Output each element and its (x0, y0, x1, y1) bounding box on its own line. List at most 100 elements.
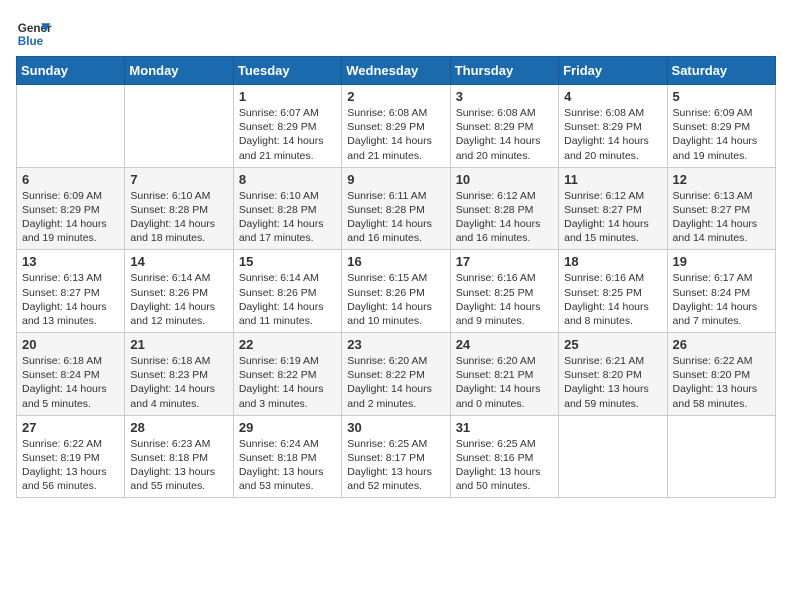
day-info: Sunrise: 6:25 AMSunset: 8:17 PMDaylight:… (347, 437, 444, 494)
calendar-day-cell: 26 Sunrise: 6:22 AMSunset: 8:20 PMDayligh… (667, 333, 775, 416)
day-number: 22 (239, 337, 336, 352)
day-number: 1 (239, 89, 336, 104)
logo-icon: General Blue (16, 16, 52, 52)
day-number: 19 (673, 254, 770, 269)
svg-text:Blue: Blue (18, 35, 44, 48)
calendar-day-cell: 21Sunrise: 6:18 AMSunset: 8:23 PMDayligh… (125, 333, 233, 416)
day-number: 6 (22, 172, 119, 187)
calendar-day-cell: 14 Sunrise: 6:14 AMSunset: 8:26 PMDayligh… (125, 250, 233, 333)
day-number: 5 (673, 89, 770, 104)
page-header: General Blue (16, 16, 776, 52)
calendar-day-cell: 18 Sunrise: 6:16 AMSunset: 8:25 PMDayligh… (559, 250, 667, 333)
calendar-day-cell: 16 Sunrise: 6:15 AMSunset: 8:26 PMDayligh… (342, 250, 450, 333)
calendar-header-row: SundayMondayTuesdayWednesdayThursdayFrid… (17, 57, 776, 85)
calendar-table: SundayMondayTuesdayWednesdayThursdayFrid… (16, 56, 776, 498)
day-number: 12 (673, 172, 770, 187)
day-number: 27 (22, 420, 119, 435)
logo: General Blue (16, 16, 52, 52)
day-info: Sunrise: 6:21 AMSunset: 8:20 PMDaylight:… (564, 354, 661, 411)
day-of-week-header: Monday (125, 57, 233, 85)
calendar-day-cell: 4Sunrise: 6:08 AMSunset: 8:29 PMDaylight… (559, 85, 667, 168)
calendar-day-cell: 13Sunrise: 6:13 AMSunset: 8:27 PMDayligh… (17, 250, 125, 333)
calendar-day-cell: 9Sunrise: 6:11 AMSunset: 8:28 PMDaylight… (342, 167, 450, 250)
day-info: Sunrise: 6:17 AMSunset: 8:24 PMDaylight:… (673, 271, 770, 328)
calendar-day-cell (667, 415, 775, 498)
calendar-day-cell: 3 Sunrise: 6:08 AMSunset: 8:29 PMDaylight… (450, 85, 558, 168)
calendar-day-cell: 15 Sunrise: 6:14 AMSunset: 8:26 PMDayligh… (233, 250, 341, 333)
day-info: Sunrise: 6:20 AMSunset: 8:22 PMDaylight:… (347, 354, 444, 411)
day-number: 23 (347, 337, 444, 352)
day-info: Sunrise: 6:07 AMSunset: 8:29 PMDaylight:… (239, 106, 336, 163)
calendar-week-row: 20Sunrise: 6:18 AMSunset: 8:24 PMDayligh… (17, 333, 776, 416)
day-of-week-header: Thursday (450, 57, 558, 85)
day-number: 28 (130, 420, 227, 435)
day-number: 4 (564, 89, 661, 104)
day-info: Sunrise: 6:10 AMSunset: 8:28 PMDaylight:… (239, 189, 336, 246)
day-info: Sunrise: 6:15 AMSunset: 8:26 PMDaylight:… (347, 271, 444, 328)
calendar-day-cell: 1 Sunrise: 6:07 AMSunset: 8:29 PMDaylight… (233, 85, 341, 168)
day-info: Sunrise: 6:12 AMSunset: 8:28 PMDaylight:… (456, 189, 553, 246)
day-number: 7 (130, 172, 227, 187)
day-number: 11 (564, 172, 661, 187)
day-number: 18 (564, 254, 661, 269)
day-number: 26 (673, 337, 770, 352)
calendar-day-cell: 19 Sunrise: 6:17 AMSunset: 8:24 PMDayligh… (667, 250, 775, 333)
day-info: Sunrise: 6:08 AMSunset: 8:29 PMDaylight:… (456, 106, 553, 163)
day-info: Sunrise: 6:25 AMSunset: 8:16 PMDaylight:… (456, 437, 553, 494)
day-info: Sunrise: 6:23 AMSunset: 8:18 PMDaylight:… (130, 437, 227, 494)
day-number: 25 (564, 337, 661, 352)
calendar-day-cell (125, 85, 233, 168)
calendar-day-cell: 8 Sunrise: 6:10 AMSunset: 8:28 PMDaylight… (233, 167, 341, 250)
day-number: 29 (239, 420, 336, 435)
day-info: Sunrise: 6:20 AMSunset: 8:21 PMDaylight:… (456, 354, 553, 411)
day-info: Sunrise: 6:14 AMSunset: 8:26 PMDaylight:… (239, 271, 336, 328)
calendar-day-cell: 22 Sunrise: 6:19 AMSunset: 8:22 PMDayligh… (233, 333, 341, 416)
calendar-day-cell: 25 Sunrise: 6:21 AMSunset: 8:20 PMDayligh… (559, 333, 667, 416)
day-of-week-header: Saturday (667, 57, 775, 85)
calendar-day-cell: 17 Sunrise: 6:16 AMSunset: 8:25 PMDayligh… (450, 250, 558, 333)
day-info: Sunrise: 6:19 AMSunset: 8:22 PMDaylight:… (239, 354, 336, 411)
day-number: 13 (22, 254, 119, 269)
day-number: 10 (456, 172, 553, 187)
day-info: Sunrise: 6:09 AMSunset: 8:29 PMDaylight:… (22, 189, 119, 246)
day-of-week-header: Sunday (17, 57, 125, 85)
calendar-week-row: 1 Sunrise: 6:07 AMSunset: 8:29 PMDaylight… (17, 85, 776, 168)
calendar-day-cell (17, 85, 125, 168)
calendar-day-cell: 10 Sunrise: 6:12 AMSunset: 8:28 PMDayligh… (450, 167, 558, 250)
calendar-day-cell: 28 Sunrise: 6:23 AMSunset: 8:18 PMDayligh… (125, 415, 233, 498)
day-number: 8 (239, 172, 336, 187)
calendar-week-row: 13Sunrise: 6:13 AMSunset: 8:27 PMDayligh… (17, 250, 776, 333)
day-number: 16 (347, 254, 444, 269)
calendar-week-row: 6 Sunrise: 6:09 AMSunset: 8:29 PMDaylight… (17, 167, 776, 250)
day-info: Sunrise: 6:08 AMSunset: 8:29 PMDaylight:… (347, 106, 444, 163)
day-number: 15 (239, 254, 336, 269)
day-number: 17 (456, 254, 553, 269)
day-of-week-header: Tuesday (233, 57, 341, 85)
day-number: 9 (347, 172, 444, 187)
day-number: 21 (130, 337, 227, 352)
calendar-day-cell: 23 Sunrise: 6:20 AMSunset: 8:22 PMDayligh… (342, 333, 450, 416)
day-number: 14 (130, 254, 227, 269)
day-info: Sunrise: 6:22 AMSunset: 8:20 PMDaylight:… (673, 354, 770, 411)
calendar-day-cell: 20Sunrise: 6:18 AMSunset: 8:24 PMDayligh… (17, 333, 125, 416)
calendar-day-cell: 11 Sunrise: 6:12 AMSunset: 8:27 PMDayligh… (559, 167, 667, 250)
day-info: Sunrise: 6:16 AMSunset: 8:25 PMDaylight:… (456, 271, 553, 328)
calendar-day-cell: 31Sunrise: 6:25 AMSunset: 8:16 PMDayligh… (450, 415, 558, 498)
day-info: Sunrise: 6:16 AMSunset: 8:25 PMDaylight:… (564, 271, 661, 328)
calendar-day-cell: 6 Sunrise: 6:09 AMSunset: 8:29 PMDaylight… (17, 167, 125, 250)
calendar-day-cell: 30 Sunrise: 6:25 AMSunset: 8:17 PMDayligh… (342, 415, 450, 498)
day-number: 3 (456, 89, 553, 104)
day-number: 30 (347, 420, 444, 435)
day-of-week-header: Friday (559, 57, 667, 85)
day-info: Sunrise: 6:14 AMSunset: 8:26 PMDaylight:… (130, 271, 227, 328)
day-of-week-header: Wednesday (342, 57, 450, 85)
calendar-day-cell: 29Sunrise: 6:24 AMSunset: 8:18 PMDayligh… (233, 415, 341, 498)
day-info: Sunrise: 6:12 AMSunset: 8:27 PMDaylight:… (564, 189, 661, 246)
calendar-day-cell (559, 415, 667, 498)
calendar-day-cell: 24Sunrise: 6:20 AMSunset: 8:21 PMDayligh… (450, 333, 558, 416)
day-info: Sunrise: 6:22 AMSunset: 8:19 PMDaylight:… (22, 437, 119, 494)
day-info: Sunrise: 6:13 AMSunset: 8:27 PMDaylight:… (673, 189, 770, 246)
day-info: Sunrise: 6:18 AMSunset: 8:24 PMDaylight:… (22, 354, 119, 411)
day-info: Sunrise: 6:09 AMSunset: 8:29 PMDaylight:… (673, 106, 770, 163)
calendar-day-cell: 27 Sunrise: 6:22 AMSunset: 8:19 PMDayligh… (17, 415, 125, 498)
